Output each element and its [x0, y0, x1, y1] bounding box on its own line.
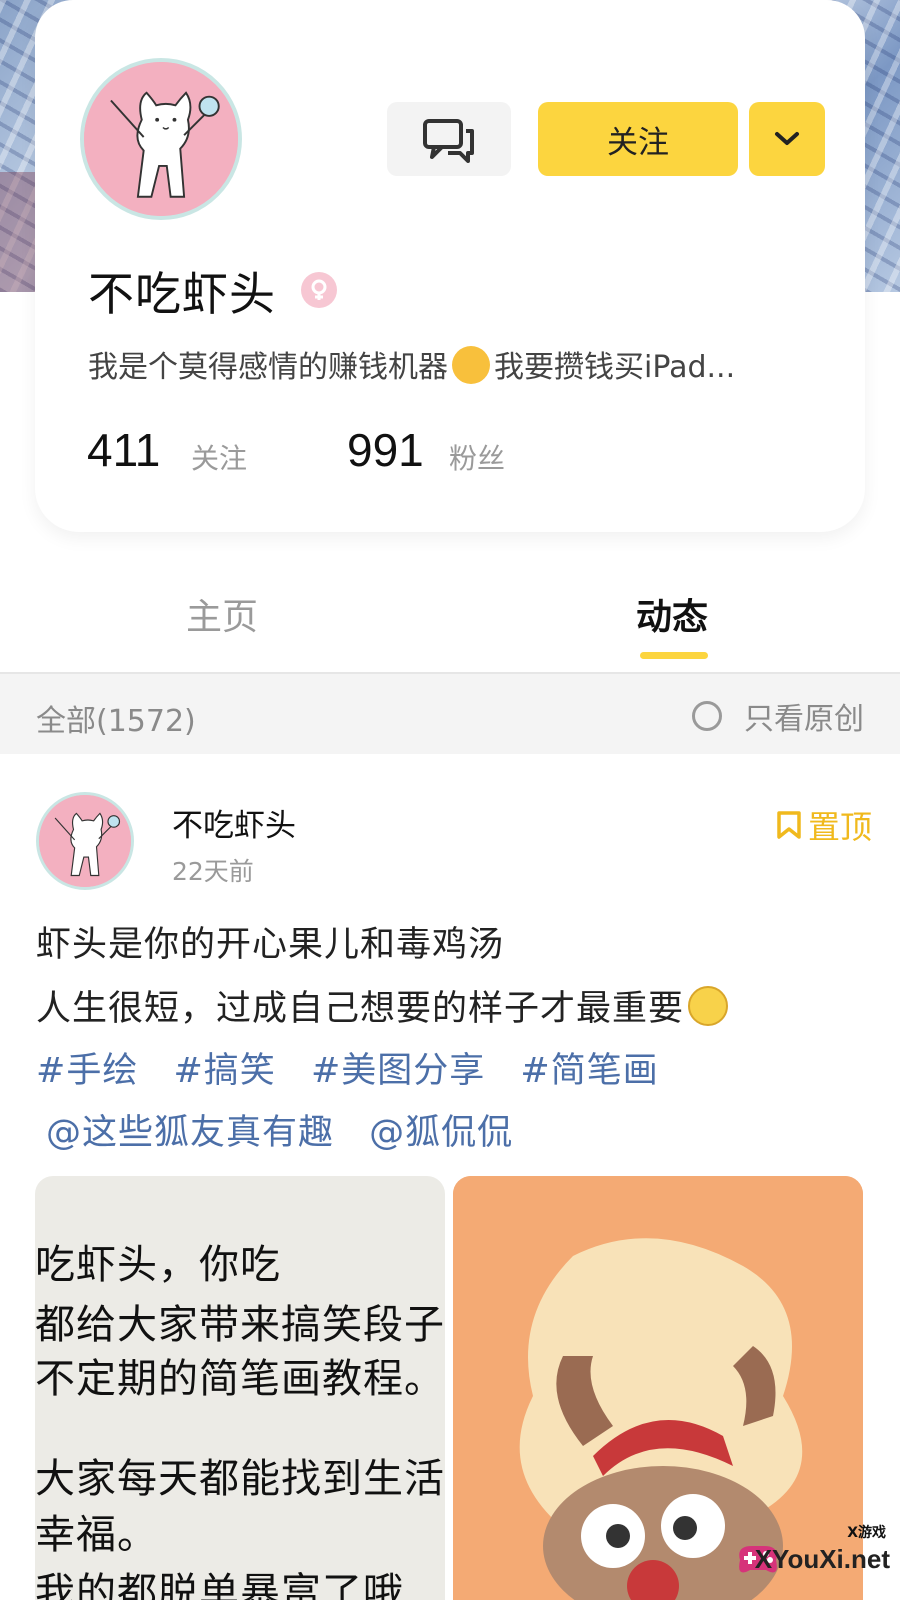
- image-text-line: 大家每天都能找到生活: [35, 1456, 445, 1502]
- female-gender-icon: [301, 272, 337, 308]
- follow-button[interactable]: 关注: [538, 102, 738, 176]
- post-text-line: 人生很短，过成自己想要的样子才最重要: [36, 980, 729, 1031]
- followers-label[interactable]: 粉丝: [449, 437, 505, 477]
- message-button[interactable]: [387, 102, 511, 176]
- filter-bar: 全部(1572) 只看原创: [0, 674, 900, 754]
- post-timestamp: 22天前: [172, 857, 254, 886]
- image-text-line: 幸福。: [35, 1512, 158, 1558]
- post-image-text-card[interactable]: 吃虾头，你吃 都给大家带来搞笑段子 不定期的简笔画教程。 大家每天都能找到生活 …: [35, 1176, 445, 1600]
- original-only-label: 只看原创: [744, 702, 864, 737]
- post-mentions: @这些狐友真有趣 @狐侃侃: [46, 1104, 537, 1155]
- pinned-badge: 置顶: [776, 802, 872, 848]
- hashtag-link[interactable]: #美图分享: [311, 1051, 485, 1091]
- mention-link[interactable]: @这些狐友真有趣: [46, 1113, 334, 1153]
- cat-avatar-illustration: [84, 62, 238, 216]
- hashtag-link[interactable]: #简笔画: [520, 1051, 658, 1091]
- profile-avatar[interactable]: [80, 58, 242, 220]
- following-count[interactable]: 411: [87, 423, 160, 477]
- image-text-line: 我的都脱单暴富了哦: [35, 1570, 404, 1600]
- followers-count[interactable]: 991: [347, 423, 424, 477]
- post-text-line: 虾头是你的开心果儿和毒鸡汤: [36, 925, 505, 965]
- radio-circle-icon[interactable]: [692, 701, 722, 731]
- post-text-line-content: 人生很短，过成自己想要的样子才最重要: [36, 989, 685, 1029]
- bio-text: 我是个莫得感情的赚钱机器: [88, 350, 448, 385]
- chevron-down-icon: [775, 132, 799, 145]
- upside-down-face-emoji-icon: [452, 346, 490, 384]
- smirk-emoji-icon: [688, 986, 729, 1026]
- post-author-name[interactable]: 不吃虾头: [172, 800, 296, 845]
- image-text-line: 不定期的简笔画教程。: [35, 1356, 445, 1402]
- hashtag-link[interactable]: #手绘: [36, 1051, 138, 1091]
- original-only-toggle[interactable]: 只看原创: [692, 694, 864, 738]
- following-label[interactable]: 关注: [191, 437, 247, 477]
- pinned-label: 置顶: [808, 808, 873, 846]
- active-tab-indicator: [640, 652, 708, 659]
- bookmark-icon: [777, 811, 801, 839]
- profile-bio: 我是个莫得感情的赚钱机器 我要攒钱买iPad...: [88, 342, 828, 386]
- post-hashtags: #手绘 #搞笑 #美图分享 #简笔画: [36, 1042, 683, 1093]
- bio-text-suffix: 我要攒钱买iPad...: [494, 350, 736, 385]
- tab-home[interactable]: 主页: [186, 588, 258, 640]
- chat-bubble-icon: [423, 119, 474, 163]
- filter-all-posts[interactable]: 全部(1572): [36, 696, 196, 740]
- watermark-top-text: X游戏: [847, 1525, 886, 1541]
- site-watermark: X游戏 XYouXi.net: [734, 1522, 894, 1592]
- image-text-line: 吃虾头，你吃: [35, 1242, 281, 1288]
- more-options-button[interactable]: [749, 102, 825, 176]
- profile-tabs: 主页 动态: [0, 562, 900, 672]
- mention-link[interactable]: @狐侃侃: [369, 1113, 513, 1153]
- image-text-line: 都给大家带来搞笑段子: [35, 1302, 445, 1348]
- post-author-avatar[interactable]: [36, 792, 134, 890]
- hashtag-link[interactable]: #搞笑: [173, 1051, 275, 1091]
- watermark-site-name: XYouXi.net: [754, 1544, 890, 1574]
- tab-feed[interactable]: 动态: [636, 588, 708, 640]
- profile-card: 关注 不吃虾头 我是个莫得感情的赚钱机器 我要攒钱买iPad... 411 关注 …: [35, 0, 865, 532]
- profile-username: 不吃虾头: [88, 267, 276, 321]
- cat-avatar-illustration: [39, 795, 131, 887]
